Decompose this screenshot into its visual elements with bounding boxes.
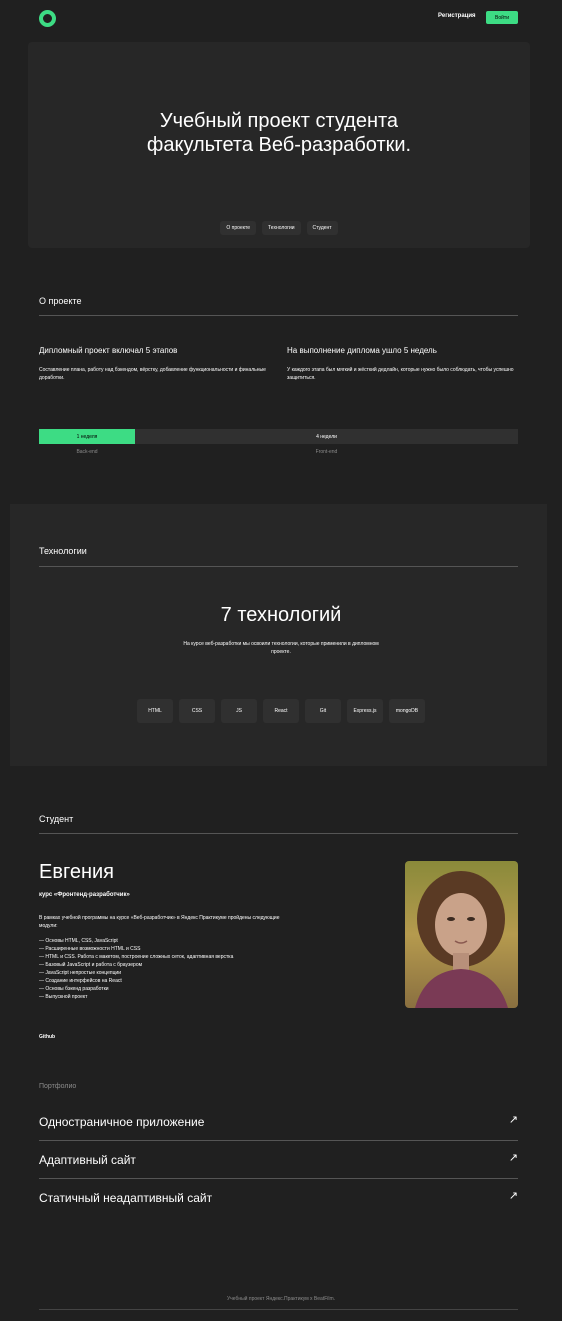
tech-chip: HTML	[137, 699, 173, 723]
list-item: — Базовый JavaScript и работа с браузеро…	[39, 962, 143, 968]
about-column-duration: На выполнение диплома ушло 5 недель У ка…	[287, 346, 519, 382]
arrow-up-right-icon: ↗	[508, 1114, 518, 1126]
timeline-bar: 1 неделя 4 недели	[39, 429, 518, 444]
list-item: — Создание интерфейсов на React	[39, 978, 122, 984]
student-job: курс «Фронтенд-разработчик»	[39, 892, 130, 898]
tech-chip: CSS	[179, 699, 215, 723]
techs-description: На курсе веб-разработки мы освоили техно…	[183, 641, 379, 655]
student-name: Евгения	[39, 861, 114, 883]
list-item: — Выпускной проект	[39, 994, 88, 1000]
portfolio-link-label: Одностраничное приложение	[39, 1115, 205, 1129]
about-stages-heading: Дипломный проект включал 5 этапов	[39, 346, 178, 355]
techs-list: HTML CSS JS React Git Express.js mongoDB	[0, 699, 562, 723]
footer-divider	[39, 1309, 518, 1310]
about-stages-text: Составление плана, работу над бэкендом, …	[39, 367, 266, 381]
student-divider	[39, 833, 518, 834]
student-title: Студент	[39, 814, 74, 824]
list-item: — Расширенные возможности HTML и CSS	[39, 946, 141, 952]
promo-nav: О проекте Технологии Студент	[28, 221, 530, 235]
tech-chip: Git	[305, 699, 341, 723]
logo-icon[interactable]	[39, 10, 56, 27]
timeline-frontend-label: Front-end	[315, 449, 338, 455]
portfolio-link-adaptive[interactable]: Адаптивный сайт ↗	[39, 1141, 518, 1179]
portfolio-title: Портфолио	[39, 1083, 77, 1090]
timeline-frontend: 4 недели	[135, 429, 518, 444]
techs-divider	[39, 566, 518, 567]
module-list: — Основы HTML, CSS, JavaScript — Расшире…	[39, 937, 319, 1001]
register-link[interactable]: Регистрация	[438, 13, 476, 19]
list-item: — Основы бэкенд разработки	[39, 986, 109, 992]
portfolio-link-label: Адаптивный сайт	[39, 1153, 136, 1167]
promo-nav-about[interactable]: О проекте	[220, 221, 256, 235]
promo-title: Учебный проект студента факультета Веб-р…	[146, 110, 412, 156]
tech-chip: mongoDB	[389, 699, 425, 723]
page: Регистрация Войти Учебный проект студент…	[0, 0, 562, 1321]
student-about: В рамках учебной программы на курсе «Веб…	[39, 915, 280, 929]
timeline-backend: 1 неделя	[39, 429, 135, 444]
header: Регистрация Войти	[0, 0, 562, 38]
techs-count: 7 технологий	[220, 604, 342, 626]
login-button[interactable]: Войти	[486, 11, 518, 24]
about-title: О проекте	[39, 296, 82, 306]
portfolio-link-single-page[interactable]: Одностраничное приложение ↗	[39, 1103, 518, 1141]
list-item: — Основы HTML, CSS, JavaScript	[39, 938, 118, 944]
promo-nav-tech[interactable]: Технологии	[262, 221, 301, 235]
timeline-backend-label: Back-end	[76, 449, 98, 455]
student-photo	[405, 861, 518, 1008]
arrow-up-right-icon: ↗	[508, 1190, 518, 1202]
footer-text: Учебный проект Яндекс.Практикум х BeatFi…	[226, 1296, 336, 1302]
promo-section: Учебный проект студента факультета Веб-р…	[28, 42, 530, 248]
tech-chip: React	[263, 699, 299, 723]
list-item: — JavaScript непростые концепции	[39, 970, 122, 976]
about-duration-heading: На выполнение диплома ушло 5 недель	[287, 346, 437, 355]
arrow-up-right-icon: ↗	[508, 1152, 518, 1164]
about-column-stages: Дипломный проект включал 5 этапов Состав…	[39, 346, 271, 382]
github-link[interactable]: Github	[39, 1034, 55, 1040]
portfolio-link-static[interactable]: Статичный неадаптивный сайт ↗	[39, 1179, 518, 1217]
promo-nav-student[interactable]: Студент	[306, 221, 338, 235]
list-item: — HTML и CSS. Работа с макетом, построен…	[39, 954, 234, 960]
tech-chip: Express.js	[347, 699, 383, 723]
about-divider	[39, 315, 518, 316]
about-duration-text: У каждого этапа был мягкий и жёсткий дед…	[287, 367, 514, 381]
tech-chip: JS	[221, 699, 257, 723]
portfolio-link-label: Статичный неадаптивный сайт	[39, 1191, 213, 1205]
techs-section	[10, 504, 547, 766]
techs-title: Технологии	[39, 546, 87, 556]
